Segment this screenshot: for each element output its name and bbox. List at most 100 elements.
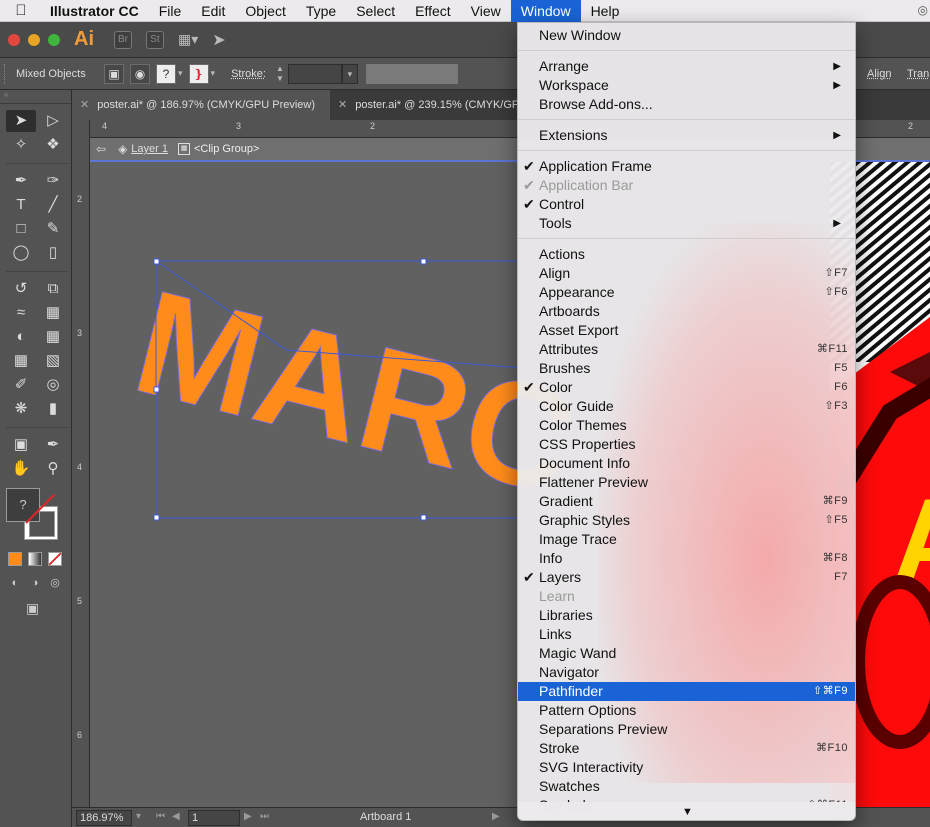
draw-behind-icon[interactable]: ◑ [28, 576, 42, 590]
close-window-button[interactable] [8, 33, 20, 46]
breadcrumb-group[interactable]: <Clip Group> [194, 143, 259, 155]
edit-contents-icon[interactable]: ◉ [130, 63, 150, 84]
menu-item-magic-wand[interactable]: Magic Wand [518, 644, 855, 663]
symbol-sprayer-tool-icon[interactable]: ❋ [6, 398, 36, 420]
menu-item-info[interactable]: Info ⌘F8 [518, 549, 855, 568]
menu-item-navigator[interactable]: Navigator [518, 663, 855, 682]
status-menu-icon[interactable]: ◎ [918, 3, 928, 17]
minimize-window-button[interactable] [28, 33, 40, 46]
last-artboard-icon[interactable]: ⏭ [260, 811, 269, 822]
magic-wand-tool-icon[interactable]: ✧ [6, 134, 36, 156]
menu-item-pattern-options[interactable]: Pattern Options [518, 701, 855, 720]
fill-swatch-button[interactable]: ? [156, 63, 176, 84]
menu-view[interactable]: View [461, 0, 511, 22]
back-arrow-icon[interactable]: ⇦ [96, 142, 106, 156]
gpu-performance-icon[interactable]: ➤ [212, 30, 225, 50]
zoom-dropdown-icon[interactable]: ▾ [136, 811, 141, 822]
eraser-tool-icon[interactable]: ▯ [38, 242, 68, 264]
align-link[interactable]: Align [867, 58, 891, 90]
menu-item-appearance[interactable]: Appearance ⇧F6 [518, 283, 855, 302]
menu-item-image-trace[interactable]: Image Trace [518, 530, 855, 549]
column-graph-tool-icon[interactable]: ▮ [38, 398, 68, 420]
tools-panel-collapse[interactable]: « [0, 90, 71, 104]
menu-select[interactable]: Select [346, 0, 405, 22]
menu-item-attributes[interactable]: Attributes ⌘F11 [518, 340, 855, 359]
menu-item-svg-interactivity[interactable]: SVG Interactivity [518, 758, 855, 777]
menu-item-color[interactable]: ✔ Color F6 [518, 378, 855, 397]
menu-item-libraries[interactable]: Libraries [518, 606, 855, 625]
zoom-window-button[interactable] [48, 33, 60, 46]
slice-tool-icon[interactable]: ✒ [38, 434, 68, 456]
menu-item-color-guide[interactable]: Color Guide ⇧F3 [518, 397, 855, 416]
menu-item-extensions[interactable]: Extensions ▶ [518, 126, 855, 145]
menu-window[interactable]: Window [510, 0, 581, 22]
menu-app-name[interactable]: Illustrator CC [42, 0, 149, 22]
handle-top-middle[interactable] [420, 258, 427, 265]
fill-stroke-widget[interactable]: ? [6, 488, 66, 548]
stroke-label[interactable]: Stroke: [231, 68, 266, 80]
menu-item-workspace[interactable]: Workspace ▶ [518, 76, 855, 95]
selection-tool-icon[interactable]: ➤ [6, 110, 36, 132]
gradient-tool-icon[interactable]: ▧ [38, 350, 68, 372]
rectangle-tool-icon[interactable]: □ [6, 218, 36, 240]
curvature-tool-icon[interactable]: ✑ [38, 170, 68, 192]
artboard-number-field[interactable]: 1 [188, 810, 240, 826]
handle-middle-left[interactable] [153, 386, 160, 393]
pen-tool-icon[interactable]: ✒ [6, 170, 36, 192]
menu-effect[interactable]: Effect [405, 0, 461, 22]
shape-builder-tool-icon[interactable]: ◐ [6, 326, 36, 348]
menu-item-tools[interactable]: Tools ▶ [518, 214, 855, 233]
type-tool-icon[interactable]: T [6, 194, 36, 216]
menu-item-document-info[interactable]: Document Info [518, 454, 855, 473]
eyedropper-tool-icon[interactable]: ✐ [6, 374, 36, 396]
menu-item-pathfinder[interactable]: Pathfinder ⇧⌘F9 [518, 682, 855, 701]
menu-item-separations-preview[interactable]: Separations Preview [518, 720, 855, 739]
first-artboard-icon[interactable]: ⏮ [156, 811, 165, 822]
draw-normal-icon[interactable]: ◐ [8, 576, 22, 590]
lasso-tool-icon[interactable]: ❖ [38, 134, 68, 156]
menu-item-align[interactable]: Align ⇧F7 [518, 264, 855, 283]
fill-color-box[interactable]: ? [6, 488, 40, 522]
menu-item-gradient[interactable]: Gradient ⌘F9 [518, 492, 855, 511]
blend-tool-icon[interactable]: ◎ [38, 374, 68, 396]
variable-width-profile[interactable] [365, 63, 458, 84]
handle-bottom-left[interactable] [153, 514, 160, 521]
fill-dropdown-icon[interactable]: ▾ [178, 68, 183, 79]
shaper-tool-icon[interactable]: ◯ [6, 242, 36, 264]
none-mode-button[interactable] [48, 552, 62, 566]
menu-object[interactable]: Object [235, 0, 295, 22]
menu-file[interactable]: File [149, 0, 192, 22]
stroke-weight-stepper[interactable]: ▲ ▼ [274, 64, 286, 84]
menu-item-actions[interactable]: Actions [518, 245, 855, 264]
menu-item-brushes[interactable]: Brushes F5 [518, 359, 855, 378]
screen-mode-icon[interactable]: ▣ [26, 600, 39, 617]
menu-help[interactable]: Help [581, 0, 630, 22]
menu-edit[interactable]: Edit [191, 0, 235, 22]
stroke-dropdown-icon[interactable]: ▾ [211, 68, 216, 79]
apple-menu-icon[interactable]:  [0, 2, 42, 19]
stock-button[interactable]: St [146, 30, 164, 49]
handle-top-left[interactable] [153, 258, 160, 265]
menu-item-application-frame[interactable]: ✔ Application Frame [518, 157, 855, 176]
tab-poster-239[interactable]: ✕ poster.ai* @ 239.15% (CMYK/GPU Preview) [330, 90, 520, 120]
rotate-tool-icon[interactable]: ↺ [6, 278, 36, 300]
mesh-tool-icon[interactable]: ▦ [6, 350, 36, 372]
next-artboard-icon[interactable]: ▶ [244, 811, 252, 822]
control-bar-grip[interactable] [4, 63, 10, 84]
close-tab-icon[interactable]: ✕ [338, 99, 347, 111]
previous-artboard-icon[interactable]: ◀ [172, 811, 180, 822]
zoom-level-field[interactable]: 186.97% [76, 810, 132, 826]
stroke-swatch-button[interactable]: ❵ [188, 63, 209, 84]
free-transform-tool-icon[interactable]: ▦ [38, 302, 68, 324]
isolate-group-icon[interactable]: ▣ [104, 63, 124, 84]
menu-item-flattener-preview[interactable]: Flattener Preview [518, 473, 855, 492]
menu-item-color-themes[interactable]: Color Themes [518, 416, 855, 435]
menu-item-graphic-styles[interactable]: Graphic Styles ⇧F5 [518, 511, 855, 530]
direct-selection-tool-icon[interactable]: ▷ [38, 110, 68, 132]
stroke-weight-field[interactable] [287, 63, 342, 84]
menu-type[interactable]: Type [296, 0, 346, 22]
transform-link[interactable]: Tran [907, 58, 929, 90]
menu-item-links[interactable]: Links [518, 625, 855, 644]
menu-item-stroke[interactable]: Stroke ⌘F10 [518, 739, 855, 758]
breadcrumb-layer[interactable]: Layer 1 [131, 143, 168, 155]
